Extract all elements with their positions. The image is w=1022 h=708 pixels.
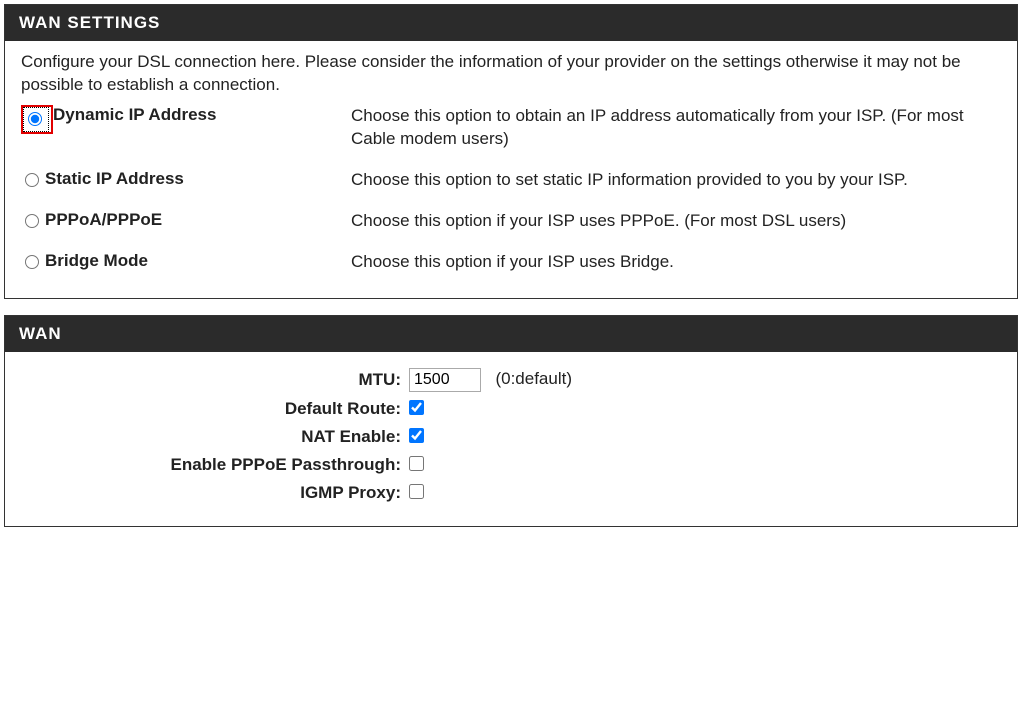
checkbox-default-route[interactable] (409, 400, 424, 415)
checkbox-pppoe-passthrough[interactable] (409, 456, 424, 471)
wan-settings-intro: Configure your DSL connection here. Plea… (21, 51, 1001, 97)
label-default-route: Default Route: (21, 399, 409, 419)
desc-pppoa-pppoe: Choose this option if your ISP uses PPPo… (351, 210, 1001, 233)
checkbox-igmp-proxy[interactable] (409, 484, 424, 499)
radio-bridge-mode[interactable] (25, 255, 39, 269)
wan-settings-title: WAN SETTINGS (5, 5, 1017, 41)
row-igmp-proxy: IGMP Proxy: (21, 482, 1001, 504)
option-bridge-mode-left: Bridge Mode (21, 251, 351, 271)
label-nat-enable: NAT Enable: (21, 427, 409, 447)
checkbox-nat-enable[interactable] (409, 428, 424, 443)
wan-panel: WAN MTU: (0:default) Default Route: NAT … (4, 315, 1018, 527)
row-nat-enable: NAT Enable: (21, 426, 1001, 448)
option-static-ip: Static IP Address Choose this option to … (21, 169, 1001, 192)
row-mtu: MTU: (0:default) (21, 368, 1001, 392)
radio-dynamic-ip[interactable] (28, 112, 42, 126)
desc-dynamic-ip: Choose this option to obtain an IP addre… (351, 105, 1001, 151)
wan-settings-panel: WAN SETTINGS Configure your DSL connecti… (4, 4, 1018, 299)
wan-settings-body: Configure your DSL connection here. Plea… (5, 41, 1017, 298)
field-nat-enable (409, 426, 424, 448)
field-pppoe-passthrough (409, 454, 424, 476)
label-mtu: MTU: (21, 370, 409, 390)
field-mtu: (0:default) (409, 368, 572, 392)
option-pppoa-pppoe-left: PPPoA/PPPoE (21, 210, 351, 230)
option-bridge-mode: Bridge Mode Choose this option if your I… (21, 251, 1001, 274)
desc-bridge-mode: Choose this option if your ISP uses Brid… (351, 251, 1001, 274)
field-default-route (409, 398, 424, 420)
option-pppoa-pppoe: PPPoA/PPPoE Choose this option if your I… (21, 210, 1001, 233)
hint-mtu: (0:default) (495, 369, 572, 388)
label-bridge-mode[interactable]: Bridge Mode (45, 251, 148, 271)
label-pppoe-passthrough: Enable PPPoE Passthrough: (21, 455, 409, 475)
wan-body: MTU: (0:default) Default Route: NAT Enab… (5, 352, 1017, 526)
option-static-ip-left: Static IP Address (21, 169, 351, 189)
desc-static-ip: Choose this option to set static IP info… (351, 169, 1001, 192)
label-static-ip[interactable]: Static IP Address (45, 169, 184, 189)
input-mtu[interactable] (409, 368, 481, 392)
label-igmp-proxy: IGMP Proxy: (21, 483, 409, 503)
radio-pppoa-pppoe[interactable] (25, 214, 39, 228)
label-pppoa-pppoe[interactable]: PPPoA/PPPoE (45, 210, 162, 230)
label-dynamic-ip[interactable]: Dynamic IP Address (53, 105, 216, 125)
dotted-focus-box (23, 107, 49, 132)
row-default-route: Default Route: (21, 398, 1001, 420)
radio-static-ip[interactable] (25, 173, 39, 187)
wan-title: WAN (5, 316, 1017, 352)
option-dynamic-ip-left: Dynamic IP Address (21, 105, 351, 134)
field-igmp-proxy (409, 482, 424, 504)
row-pppoe-passthrough: Enable PPPoE Passthrough: (21, 454, 1001, 476)
highlighted-radio-box (21, 105, 53, 134)
option-dynamic-ip: Dynamic IP Address Choose this option to… (21, 105, 1001, 151)
